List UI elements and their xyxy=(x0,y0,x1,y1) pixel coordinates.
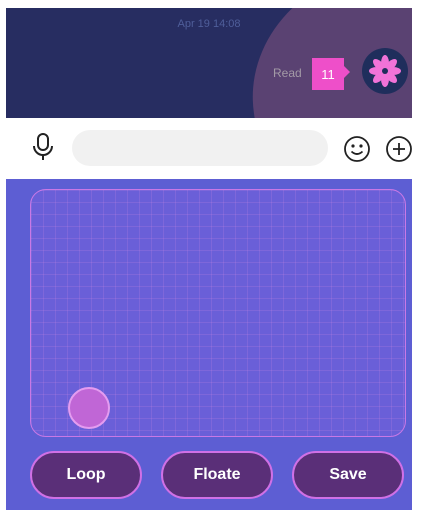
avatar[interactable] xyxy=(362,48,408,94)
microphone-icon xyxy=(33,133,53,160)
add-button[interactable] xyxy=(385,135,413,168)
save-button[interactable]: Save xyxy=(292,451,404,499)
flower-icon xyxy=(369,55,401,87)
chat-area: Apr 19 14:08 Read 11 xyxy=(6,8,412,118)
emoji-button[interactable] xyxy=(343,135,371,168)
smiley-icon xyxy=(344,136,370,162)
loop-button[interactable]: Loop xyxy=(30,451,142,499)
plus-circle-icon xyxy=(386,136,412,162)
message-timestamp: Apr 19 14:08 xyxy=(177,18,241,30)
microphone-button[interactable] xyxy=(32,132,54,167)
message-count-badge[interactable]: 11 xyxy=(312,58,350,90)
read-status-label: Read xyxy=(273,66,302,80)
float-button[interactable]: Floate xyxy=(161,451,273,499)
pad-cursor-knob[interactable] xyxy=(68,387,110,429)
control-panel: Loop Floate Save xyxy=(6,179,412,510)
message-toolbar xyxy=(0,118,425,178)
message-input[interactable] xyxy=(72,130,328,166)
